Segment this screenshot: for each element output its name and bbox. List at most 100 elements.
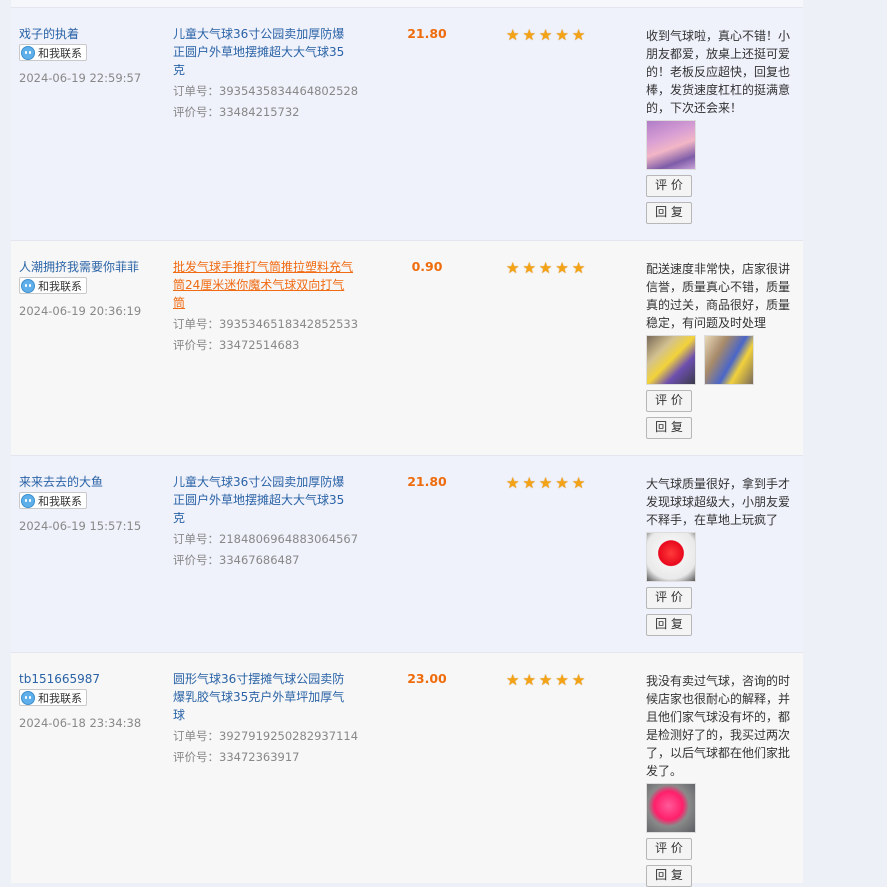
review-photo[interactable] <box>646 335 696 385</box>
rate-button[interactable]: 评 价 <box>646 175 692 197</box>
wangwang-icon <box>21 493 35 508</box>
rating-prefix: 评价号： <box>173 553 219 567</box>
star-icon: ★ <box>522 474 536 492</box>
order-prefix: 订单号： <box>173 84 219 98</box>
review-text: 我没有卖过气球，咨询的时候店家也很耐心的解释，并且他们家气球没有坏的，都是检测好… <box>646 674 791 778</box>
rating-prefix: 评价号： <box>173 105 219 119</box>
star-icon: ★ <box>538 671 553 689</box>
wangwang-icon <box>21 45 35 60</box>
product-link[interactable]: 批发气球手推打气筒推拉塑料充气筒24厘米迷你魔术气球双向打气筒 <box>173 258 353 312</box>
star-icon: ★ <box>571 671 586 689</box>
review-photo[interactable] <box>646 532 696 582</box>
review-text: 大气球质量很好，拿到手才发现球球超级大，小朋友爱不释手，在草地上玩疯了 <box>646 477 791 527</box>
rating-prefix: 评价号： <box>173 338 219 352</box>
star-icon: ★ <box>538 474 553 492</box>
review-photos <box>646 783 794 833</box>
reply-button[interactable]: 回 复 <box>646 202 692 224</box>
buyer-name[interactable]: 人潮拥挤我需要你菲菲 <box>19 258 159 276</box>
order-value: 3935346518342852533 <box>219 317 359 331</box>
contact-button[interactable]: 和我联系 <box>19 277 87 294</box>
order-number: 订单号：2184806964883064567 <box>173 529 358 550</box>
review-content: 我没有卖过气球，咨询的时候店家也很耐心的解释，并且他们家气球没有坏的，都是检测好… <box>646 672 794 887</box>
rate-button[interactable]: 评 价 <box>646 587 692 609</box>
order-value: 2184806964883064567 <box>219 532 359 546</box>
rating-value: 33472514683 <box>219 338 300 352</box>
product-link[interactable]: 儿童大气球36寸公园卖加厚防爆正圆户外草地摆摊超大大气球35克 <box>173 473 353 527</box>
star-icon: ★ <box>571 26 586 44</box>
review-photos <box>646 532 794 582</box>
order-value: 3927919250282937114 <box>219 729 359 743</box>
star-icon: ★ <box>506 474 520 492</box>
review-time: 2024-06-19 20:36:19 <box>19 303 142 318</box>
star-icon: ★ <box>555 26 569 44</box>
star-icon: ★ <box>538 259 553 277</box>
order-prefix: 订单号： <box>173 532 219 546</box>
review-time: 2024-06-18 23:34:38 <box>19 715 142 730</box>
rating-prefix: 评价号： <box>173 750 219 764</box>
reply-button[interactable]: 回 复 <box>646 865 692 887</box>
star-icon: ★ <box>538 26 553 44</box>
wangwang-icon <box>21 278 35 293</box>
star-icon: ★ <box>506 671 520 689</box>
rating-number: 评价号：33472514683 <box>173 335 353 356</box>
review-row: tb151665987 和我联系 2024-06-18 23:34:38 圆形气… <box>11 652 803 887</box>
rate-button[interactable]: 评 价 <box>646 838 692 860</box>
buyer-name[interactable]: 来来去去的大鱼 <box>19 473 159 491</box>
rating-number: 评价号：33484215732 <box>173 102 353 123</box>
product-link[interactable]: 儿童大气球36寸公园卖加厚防爆正圆户外草地摆摊超大大气球35克 <box>173 25 353 79</box>
star-icon: ★ <box>506 26 520 44</box>
rating-value: 33467686487 <box>219 553 300 567</box>
star-icon: ★ <box>555 474 569 492</box>
review-photos <box>646 335 794 385</box>
review-text: 配送速度非常快，店家很讲信誉，质量真心不错，质量真的过关，商品很好，质量稳定，有… <box>646 262 791 330</box>
product-info: 圆形气球36寸摆摊气球公园卖防爆乳胶气球35克户外草坪加厚气球 订单号：3927… <box>173 670 358 768</box>
contact-label: 和我联系 <box>38 279 82 293</box>
product-info: 儿童大气球36寸公园卖加厚防爆正圆户外草地摆摊超大大气球35克 订单号：2184… <box>173 473 358 571</box>
wangwang-icon <box>21 690 35 705</box>
order-prefix: 订单号： <box>173 317 219 331</box>
review-row: 戏子的执着 和我联系 2024-06-19 22:59:57 儿童大气球36寸公… <box>11 7 803 241</box>
buyer-name[interactable]: 戏子的执着 <box>19 25 159 43</box>
contact-button[interactable]: 和我联系 <box>19 689 87 706</box>
review-photos <box>646 120 794 170</box>
rating-number: 评价号：33467686487 <box>173 550 353 571</box>
buyer-info: 来来去去的大鱼 和我联系 2024-06-19 15:57:15 <box>19 473 159 533</box>
item-price: 23.00 <box>407 671 447 686</box>
star-rating: ★ ★ ★ ★ ★ <box>506 261 585 276</box>
review-photo[interactable] <box>646 783 696 833</box>
order-number: 订单号：3935346518342852533 <box>173 314 358 335</box>
order-value: 3935435834464802528 <box>219 84 359 98</box>
reply-button[interactable]: 回 复 <box>646 417 692 439</box>
star-rating: ★ ★ ★ ★ ★ <box>506 673 585 688</box>
review-content: 收到气球啦，真心不错！小朋友都爱，放桌上还挺可爱的！老板反应超快，回复也棒，发货… <box>646 27 794 224</box>
contact-label: 和我联系 <box>38 691 82 705</box>
contact-label: 和我联系 <box>38 46 82 60</box>
star-rating: ★ ★ ★ ★ ★ <box>506 476 585 491</box>
star-icon: ★ <box>555 671 569 689</box>
item-price: 0.90 <box>411 259 443 274</box>
review-time: 2024-06-19 15:57:15 <box>19 518 142 533</box>
buyer-name[interactable]: tb151665987 <box>19 670 159 688</box>
order-number: 订单号：3935435834464802528 <box>173 81 358 102</box>
star-rating: ★ ★ ★ ★ ★ <box>506 28 585 43</box>
buyer-info: tb151665987 和我联系 2024-06-18 23:34:38 <box>19 670 159 730</box>
review-content: 配送速度非常快，店家很讲信誉，质量真心不错，质量真的过关，商品很好，质量稳定，有… <box>646 260 794 439</box>
order-prefix: 订单号： <box>173 729 219 743</box>
star-icon: ★ <box>555 259 569 277</box>
buyer-info: 戏子的执着 和我联系 2024-06-19 22:59:57 <box>19 25 159 85</box>
contact-button[interactable]: 和我联系 <box>19 492 87 509</box>
star-icon: ★ <box>522 671 536 689</box>
item-price: 21.80 <box>407 474 447 489</box>
review-text: 收到气球啦，真心不错！小朋友都爱，放桌上还挺可爱的！老板反应超快，回复也棒，发货… <box>646 29 791 115</box>
review-photo[interactable] <box>704 335 754 385</box>
buyer-info: 人潮拥挤我需要你菲菲 和我联系 2024-06-19 20:36:19 <box>19 258 159 318</box>
product-link[interactable]: 圆形气球36寸摆摊气球公园卖防爆乳胶气球35克户外草坪加厚气球 <box>173 670 353 724</box>
contact-button[interactable]: 和我联系 <box>19 44 87 61</box>
rating-value: 33484215732 <box>219 105 300 119</box>
star-icon: ★ <box>522 259 536 277</box>
rate-button[interactable]: 评 价 <box>646 390 692 412</box>
review-row: 来来去去的大鱼 和我联系 2024-06-19 15:57:15 儿童大气球36… <box>11 455 803 653</box>
reply-button[interactable]: 回 复 <box>646 614 692 636</box>
contact-label: 和我联系 <box>38 494 82 508</box>
review-photo[interactable] <box>646 120 696 170</box>
